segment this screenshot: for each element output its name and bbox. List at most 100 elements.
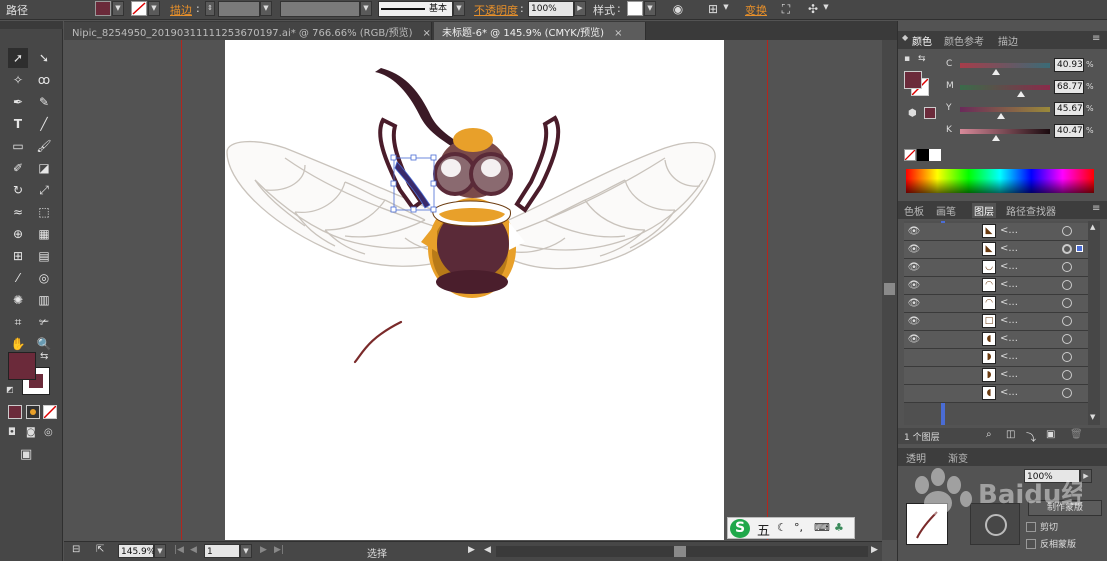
channel-y-slider[interactable]	[960, 107, 1050, 112]
tab-transparency[interactable]: 透明	[906, 450, 926, 465]
tab-brushes[interactable]: 画笔	[936, 203, 956, 218]
channel-y-knob[interactable]	[997, 113, 1005, 119]
next-artboard-button[interactable]: ▶	[260, 545, 267, 555]
ime-mode-label[interactable]: 五	[757, 520, 770, 539]
tab-nipic-document[interactable]: Nipic_8254950_20190311111253670197.ai* @…	[64, 22, 432, 40]
isolate-icon[interactable]: ⛶	[778, 1, 794, 17]
curvature-tool-icon[interactable]: ✎	[34, 92, 54, 112]
zoom-field[interactable]: 145.9%	[118, 544, 155, 558]
brush-profile-field[interactable]: 基本	[378, 1, 453, 17]
visibility-eye-icon[interactable]: 👁	[906, 314, 922, 330]
layer-name[interactable]: <...	[1000, 369, 1018, 380]
zoom-dropdown[interactable]: ▼	[154, 544, 166, 558]
tab-color[interactable]: 颜色	[912, 33, 932, 48]
skin-icon[interactable]: ♣	[834, 521, 844, 534]
tab-pathfinder[interactable]: 路径查找器	[1006, 203, 1056, 218]
layer-row[interactable]: 👁 ◣ <...	[904, 223, 1088, 241]
visibility-eye-icon[interactable]: 👁	[906, 260, 922, 276]
align-dropdown[interactable]: ▼	[720, 1, 732, 16]
align-icon[interactable]: ⊞	[705, 1, 721, 17]
prev-artboard-button[interactable]: ◀	[190, 545, 197, 555]
draw-inside-icon[interactable]: ◎	[44, 427, 53, 438]
share-icon[interactable]: ⇱	[96, 544, 104, 555]
pen-tool-icon[interactable]: ✒	[8, 92, 28, 112]
layer-target-icon[interactable]	[1062, 280, 1072, 290]
stroke-swatch[interactable]	[131, 1, 147, 16]
visibility-eye-icon[interactable]: 👁	[906, 224, 922, 240]
artboard-number-field[interactable]: 1	[204, 544, 240, 558]
layer-target-icon[interactable]	[1062, 370, 1072, 380]
shape-builder-tool-icon[interactable]: ⊕	[8, 224, 28, 244]
channel-m-value[interactable]: 68.77	[1054, 80, 1084, 94]
clipping-mask-icon[interactable]: ◫	[1006, 429, 1015, 440]
visibility-eye-icon[interactable]	[906, 386, 922, 402]
status-menu-arrow[interactable]: ▶	[468, 545, 475, 555]
layer-target-icon[interactable]	[1062, 316, 1072, 326]
transform-link[interactable]: 变换	[745, 2, 767, 18]
layer-row[interactable]: 👁 ◣ <...	[904, 241, 1088, 259]
swap-fill-stroke-icon[interactable]: ⇆	[40, 351, 48, 362]
moon-icon[interactable]: ☾	[777, 521, 787, 534]
gradient-tool-icon[interactable]: ▤	[34, 246, 54, 266]
horizontal-scrollbar[interactable]	[496, 546, 868, 557]
layer-row[interactable]: 👁 □ <...	[904, 313, 1088, 331]
layer-target-icon[interactable]	[1062, 262, 1072, 272]
visibility-eye-icon[interactable]: 👁	[906, 332, 922, 348]
paintbrush-tool-icon[interactable]: 🖌	[34, 136, 54, 156]
stroke-label[interactable]: 描边	[170, 2, 192, 18]
variable-width-dropdown[interactable]: ▼	[360, 1, 372, 16]
channel-k-value[interactable]: 40.47	[1054, 124, 1084, 138]
rectangle-tool-icon[interactable]: ▭	[8, 136, 28, 156]
blend-tool-icon[interactable]: ◎	[34, 268, 54, 288]
new-layer-icon[interactable]: ▣	[1046, 429, 1055, 440]
toolbar-grip[interactable]	[0, 21, 63, 29]
style-swatch[interactable]	[627, 1, 643, 16]
slice-tool-icon[interactable]: ✃	[34, 312, 54, 332]
free-transform-tool-icon[interactable]: ⬚	[34, 202, 54, 222]
eyedropper-tool-icon[interactable]: ⁄	[8, 268, 28, 288]
stroke-dropdown[interactable]: ▼	[148, 1, 160, 16]
scroll-left-button[interactable]: ◀	[484, 545, 491, 555]
artboard[interactable]	[225, 40, 724, 540]
delete-layer-icon[interactable]: 🗑	[1070, 429, 1083, 440]
channel-m-slider[interactable]	[960, 85, 1050, 90]
stroke-weight-stepper[interactable]: ⇕	[205, 1, 215, 16]
stroke-weight-field[interactable]	[218, 1, 260, 17]
tab-untitled-document[interactable]: 未标题-6* @ 145.9% (CMYK/预览) ×	[434, 22, 646, 40]
layer-name[interactable]: <...	[1000, 315, 1018, 326]
fill-color-box[interactable]	[8, 352, 36, 380]
layer-row[interactable]: 👁 ◠ <...	[904, 277, 1088, 295]
default-colors-icon[interactable]: ◩	[6, 385, 14, 394]
panel-fill-swatch[interactable]	[904, 71, 922, 89]
layer-name[interactable]: <...	[1000, 351, 1018, 362]
bee-illustration[interactable]	[225, 40, 724, 540]
tab-layers[interactable]: 图层	[972, 203, 996, 218]
layers-scrollbar[interactable]: ▲ ▼	[1088, 221, 1100, 425]
layer-name[interactable]: <...	[1000, 225, 1018, 236]
type-tool-icon[interactable]: T	[8, 114, 28, 134]
collapse-icon[interactable]: ◆	[902, 33, 908, 42]
lasso-tool-icon[interactable]: ꝏ	[34, 70, 54, 90]
tab-gradient[interactable]: 渐变	[948, 450, 968, 465]
direct-selection-tool-icon[interactable]: ➘	[34, 48, 54, 68]
close-tab-icon[interactable]: ×	[423, 28, 431, 39]
last-artboard-button[interactable]: ▶|	[274, 545, 284, 555]
visibility-eye-icon[interactable]	[906, 368, 922, 384]
stroke-weight-dropdown[interactable]: ▼	[260, 1, 272, 16]
web-color-swatch[interactable]	[924, 107, 936, 119]
brush-profile-dropdown[interactable]: ▼	[453, 1, 465, 16]
invert-mask-checkbox[interactable]	[1026, 539, 1036, 549]
layer-target-icon[interactable]	[1062, 226, 1072, 236]
selected-art-indicator[interactable]	[1076, 245, 1083, 252]
variable-width-field[interactable]	[280, 1, 360, 17]
transparency-opacity-field[interactable]: 100%	[1024, 469, 1080, 483]
none-color-chip[interactable]	[904, 149, 916, 161]
keyboard-icon[interactable]: ⌨	[814, 521, 830, 534]
visibility-eye-icon[interactable]: 👁	[906, 242, 922, 258]
width-tool-icon[interactable]: ≈	[8, 202, 28, 222]
color-spectrum-bar[interactable]	[906, 169, 1094, 193]
rotate-tool-icon[interactable]: ↻	[8, 180, 28, 200]
channel-y-value[interactable]: 45.67	[1054, 102, 1084, 116]
layer-row[interactable]: 👁 ◖ <...	[904, 331, 1088, 349]
new-sublayer-icon[interactable]: ⤵	[1026, 429, 1036, 444]
